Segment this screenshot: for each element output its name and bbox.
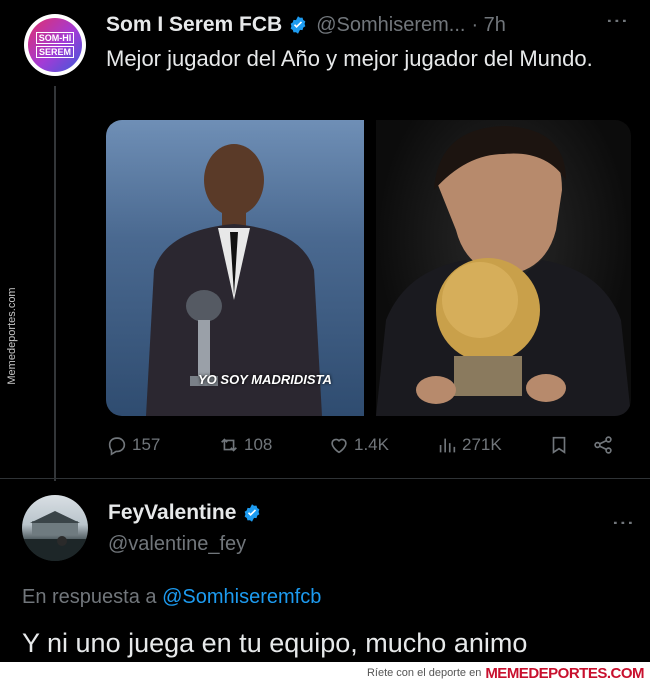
reply-context: En respuesta a @Somhiseremfcb bbox=[22, 586, 321, 609]
share-button[interactable] bbox=[592, 434, 614, 456]
side-watermark: Memedeportes.com bbox=[6, 287, 18, 385]
share-icon bbox=[594, 436, 612, 454]
retweet-button[interactable]: 108 bbox=[218, 434, 272, 456]
avatar-logo-line2: SEREM bbox=[35, 46, 74, 58]
player-ballon-illustration bbox=[376, 126, 631, 416]
tweet-text: Mejor jugador del Año y mejor jugador de… bbox=[106, 46, 593, 71]
heart-icon bbox=[331, 438, 347, 454]
retweet-count: 108 bbox=[244, 435, 273, 454]
image-overlay-text: YO SOY MADRIDISTA bbox=[198, 372, 332, 387]
thread-line bbox=[54, 86, 56, 481]
reply-count: 157 bbox=[132, 435, 161, 454]
media-image-right[interactable] bbox=[376, 120, 631, 416]
media-image-left[interactable]: YO SOY MADRIDISTA bbox=[106, 120, 364, 416]
author-handle[interactable]: @Somhiserem... bbox=[316, 14, 465, 37]
more-options-icon[interactable]: ⋮ bbox=[604, 10, 630, 32]
reply-mention-link[interactable]: @Somhiseremfcb bbox=[162, 586, 321, 608]
reply-icon bbox=[108, 437, 126, 456]
like-count: 1.4K bbox=[354, 435, 389, 454]
avatar-logo-line1: SOM-HI bbox=[35, 32, 75, 44]
footer-brand-logo: MEMEDEPORTES.COM bbox=[485, 664, 644, 682]
footer-banner: Ríete con el deporte en MEMEDEPORTES.COM bbox=[0, 662, 650, 684]
views-button[interactable]: 271K bbox=[436, 434, 502, 456]
bookmark-button[interactable] bbox=[548, 434, 570, 456]
verified-badge-icon bbox=[245, 504, 260, 522]
views-count: 271K bbox=[462, 435, 502, 454]
views-chart-icon bbox=[439, 438, 456, 453]
verified-badge-icon bbox=[290, 16, 306, 34]
reply-avatar[interactable] bbox=[22, 495, 88, 561]
footer-tagline: Ríete con el deporte en bbox=[366, 667, 482, 679]
tweet-header: Som I Serem FCB @Somhiserem... · 7h ⋮ bbox=[106, 10, 630, 40]
author-name[interactable]: Som I Serem FCB bbox=[106, 13, 282, 37]
reply-button[interactable]: 157 bbox=[106, 434, 160, 456]
tweet-actions: 157 108 1.4K 271K bbox=[106, 430, 631, 460]
tweet-media[interactable]: YO SOY MADRIDISTA bbox=[106, 120, 631, 416]
reply-context-prefix: En respuesta a bbox=[22, 586, 157, 608]
reply-more-options-icon[interactable]: ⋮ bbox=[610, 512, 636, 534]
bookmark-icon bbox=[552, 436, 566, 454]
tweet-divider bbox=[0, 478, 650, 479]
reply-avatar-image bbox=[22, 511, 88, 561]
reply-author-name[interactable]: FeyValentine bbox=[108, 501, 236, 525]
reply-author-handle[interactable]: @valentine_fey bbox=[108, 533, 246, 556]
retweet-icon bbox=[221, 438, 237, 452]
reply-header: FeyValentine bbox=[108, 501, 262, 525]
avatar[interactable]: SOM-HI SEREM bbox=[24, 14, 86, 76]
avatar-logo: SOM-HI SEREM bbox=[28, 18, 82, 72]
reply-text: Y ni uno juega en tu equipo, mucho animo bbox=[22, 628, 528, 658]
tweet-time[interactable]: · 7h bbox=[471, 14, 505, 37]
like-button[interactable]: 1.4K bbox=[328, 434, 389, 456]
